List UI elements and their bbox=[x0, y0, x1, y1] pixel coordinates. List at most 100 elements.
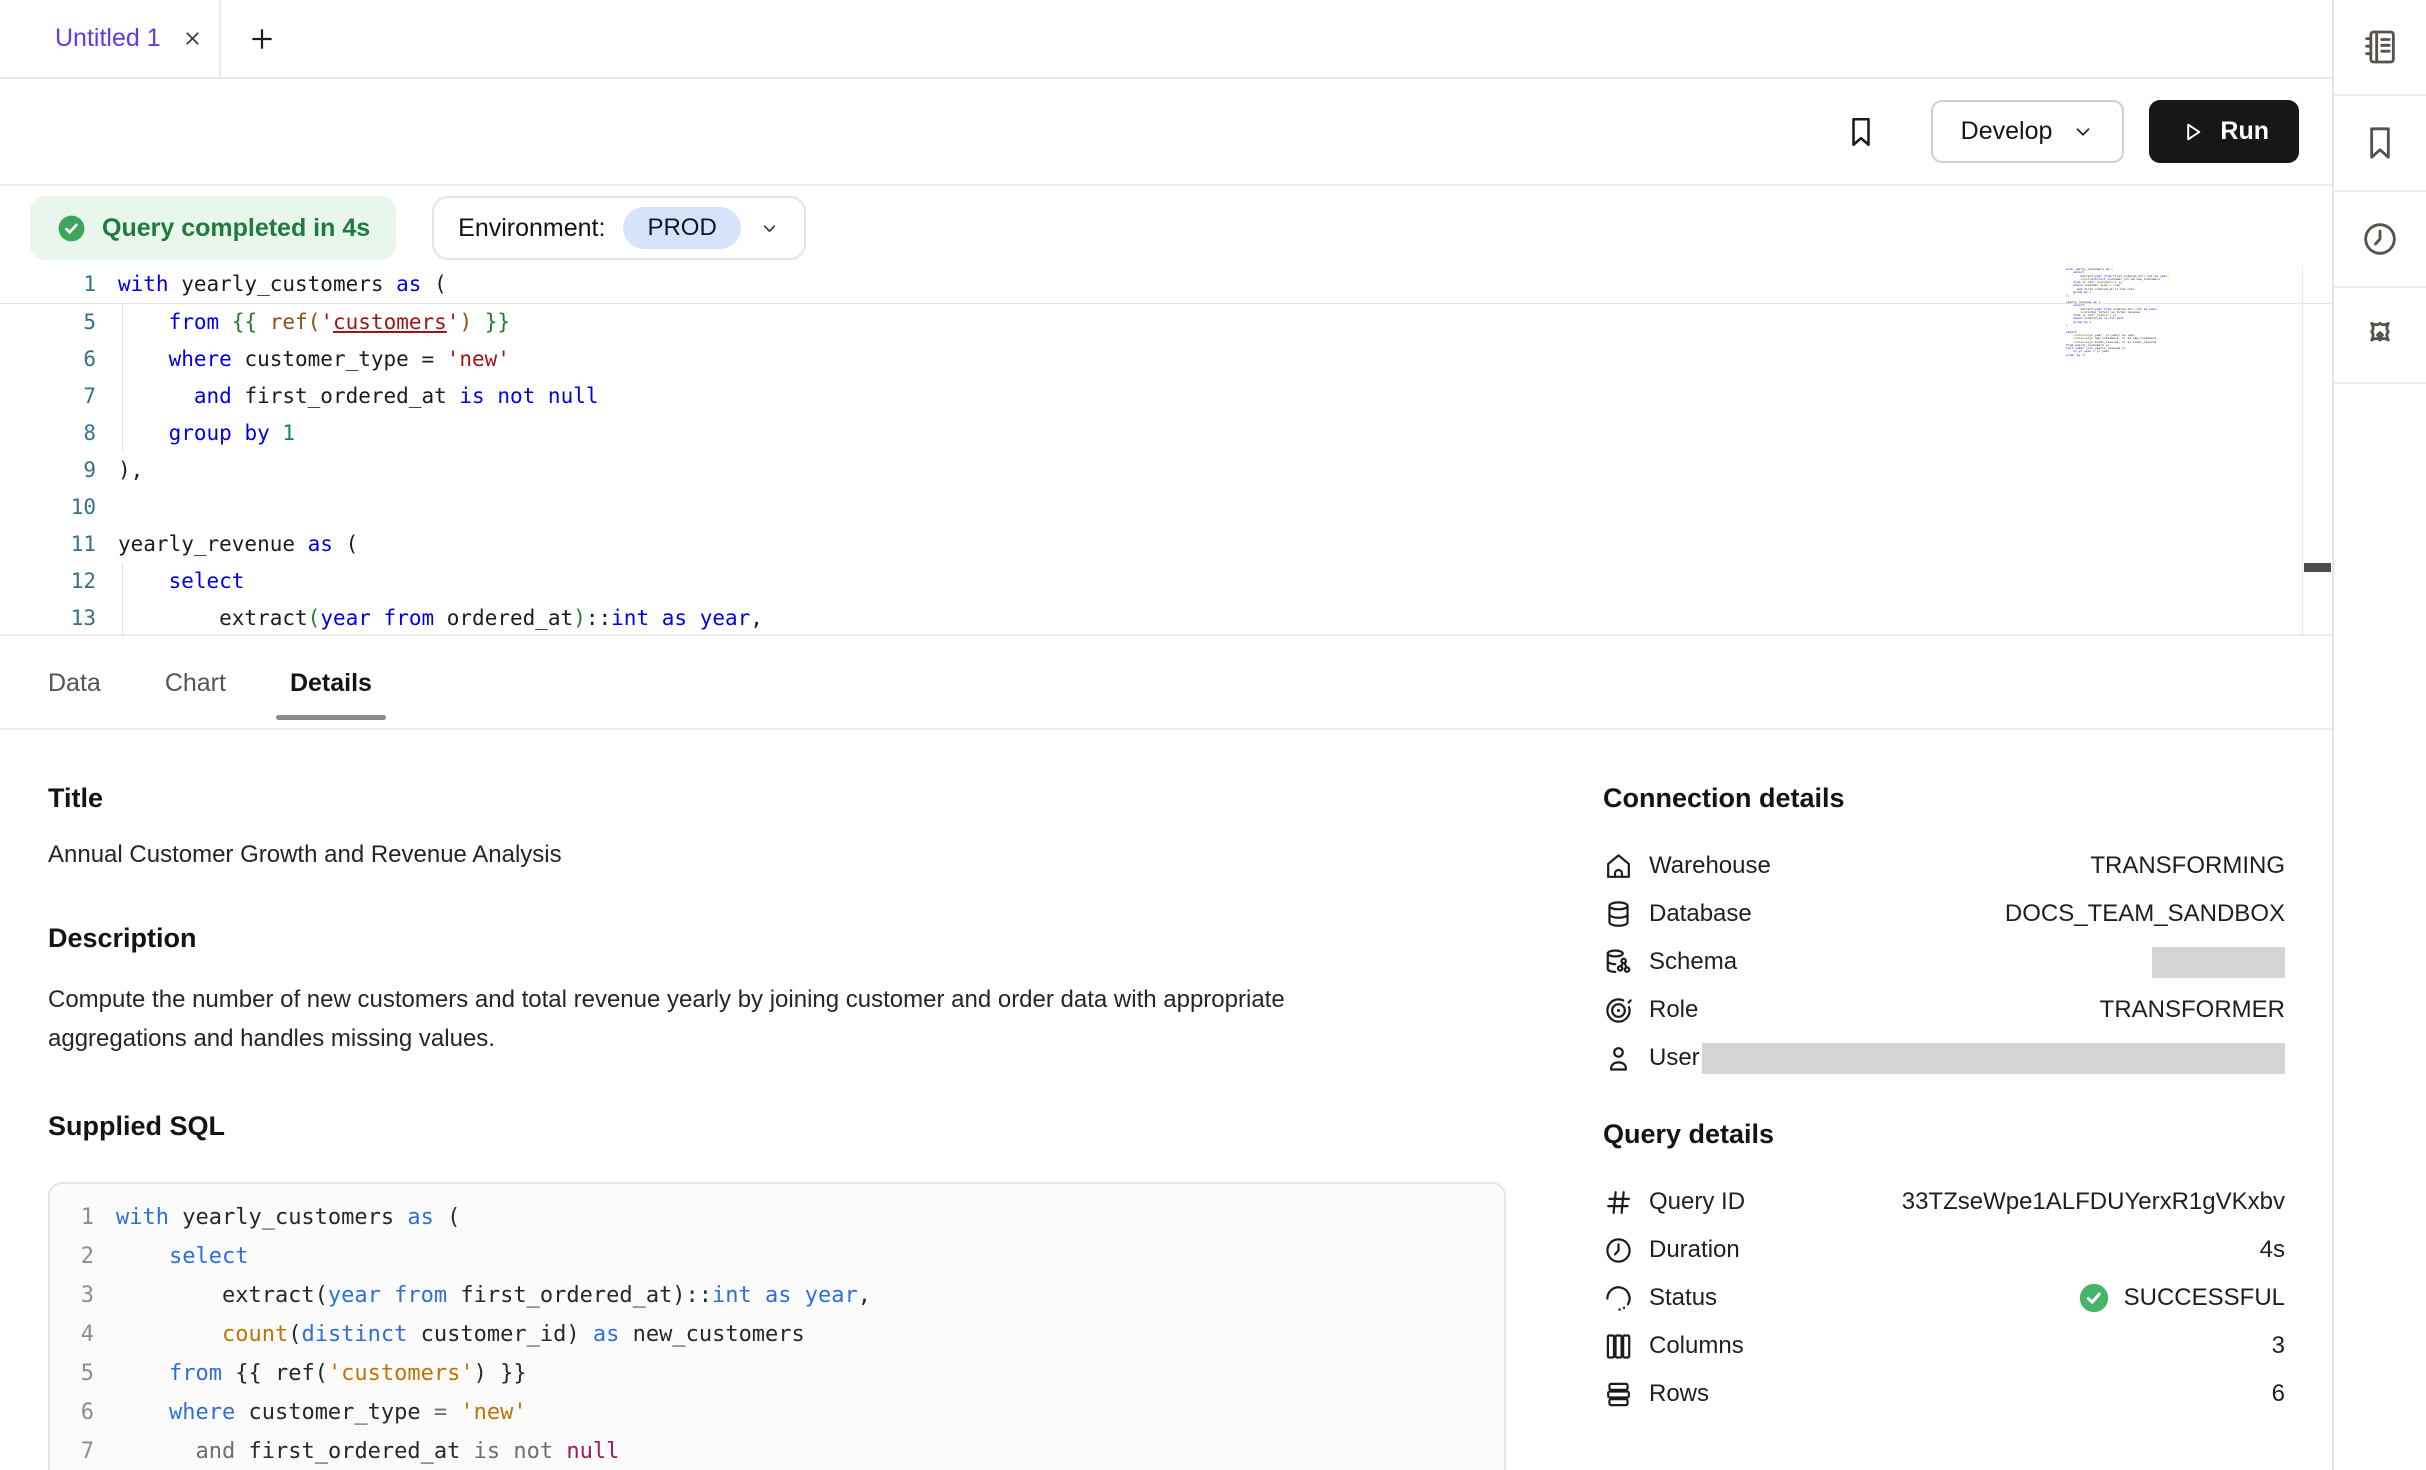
code-line: order by 1; bbox=[2066, 354, 2192, 357]
editor-tabbar: Untitled 1 bbox=[0, 0, 2332, 79]
code-line: 8 group by 1 bbox=[0, 415, 2332, 452]
spinner-icon bbox=[1603, 1283, 1634, 1314]
rail-button-bookmark[interactable] bbox=[2334, 96, 2426, 192]
detail-value: 4s bbox=[2260, 1236, 2285, 1264]
description-value: Compute the number of new customers and … bbox=[48, 980, 1393, 1058]
bookmark-icon[interactable] bbox=[1843, 114, 1879, 150]
query-details-heading: Query details bbox=[1603, 1118, 2285, 1150]
detail-value: 6 bbox=[2272, 1380, 2285, 1408]
canvas-icon bbox=[2360, 315, 2400, 355]
code-line: 6 where customer_type = 'new' bbox=[0, 341, 2332, 378]
chevron-down-icon bbox=[759, 218, 780, 239]
close-icon[interactable] bbox=[181, 27, 204, 50]
role-icon bbox=[1603, 995, 1634, 1026]
detail-label: Rows bbox=[1649, 1380, 1709, 1408]
code-line: 13 extract(year from ordered_at)::int as… bbox=[0, 600, 2332, 637]
detail-label: Duration bbox=[1649, 1236, 1740, 1264]
new-tab-button[interactable] bbox=[248, 25, 276, 53]
rail-button-clock-history[interactable] bbox=[2334, 192, 2426, 288]
redacted-value bbox=[2152, 947, 2285, 978]
detail-row-role: Role TRANSFORMER bbox=[1603, 986, 2285, 1034]
environment-value-badge: PROD bbox=[623, 207, 740, 249]
editor-sticky-line: 1with yearly_customers as ( bbox=[0, 266, 2332, 304]
detail-value: TRANSFORMING bbox=[2090, 852, 2285, 880]
tab-data[interactable]: Data bbox=[42, 638, 107, 728]
supplied-sql-heading: Supplied SQL bbox=[48, 1110, 1508, 1142]
code-line: 6 where customer_type = 'new' bbox=[50, 1393, 1504, 1432]
detail-row-columns: Columns 3 bbox=[1603, 1322, 2285, 1370]
code-line: 11yearly_revenue as ( bbox=[0, 526, 2332, 563]
editor-scrollbar[interactable] bbox=[2302, 266, 2332, 636]
connection-details-heading: Connection details bbox=[1603, 782, 2285, 814]
develop-button[interactable]: Develop bbox=[1931, 100, 2125, 163]
run-label: Run bbox=[2220, 117, 2269, 146]
detail-row-duration: Duration 4s bbox=[1603, 1226, 2285, 1274]
detail-label: Status bbox=[1649, 1284, 1717, 1312]
query-details-rows: Query ID 33TZseWpe1ALFDUYerxR1gVKxbv Durat… bbox=[1603, 1178, 2285, 1418]
editor-minimap[interactable]: with yearly_customers as ( select extrac… bbox=[2066, 268, 2192, 360]
description-heading: Description bbox=[48, 922, 1508, 954]
check-circle-icon bbox=[56, 213, 87, 244]
details-pane: Title Annual Customer Growth and Revenue… bbox=[48, 730, 1508, 1470]
environment-select[interactable]: Environment: PROD bbox=[432, 196, 806, 260]
result-tabs: Data Chart Details bbox=[0, 638, 2332, 730]
query-status-badge: Query completed in 4s bbox=[30, 196, 396, 260]
app-window: Untitled 1 Develop Run bbox=[0, 0, 2426, 1470]
database-icon bbox=[1603, 899, 1634, 930]
code-line: 5 from {{ ref('customers') }} bbox=[50, 1354, 1504, 1393]
schema-icon bbox=[1603, 947, 1634, 978]
detail-row-warehouse: WarehouseTRANSFORMING bbox=[1603, 842, 2285, 890]
code-line: 1with yearly_customers as ( bbox=[0, 266, 2332, 303]
detail-row-rows: Rows 6 bbox=[1603, 1370, 2285, 1418]
code-line: 10 bbox=[0, 489, 2332, 526]
bookmark-icon bbox=[2360, 123, 2400, 163]
detail-label: Columns bbox=[1649, 1332, 1744, 1360]
detail-row-status: Status SUCCESSFUL bbox=[1603, 1274, 2285, 1322]
develop-label: Develop bbox=[1961, 117, 2053, 146]
rail-button-notebook[interactable] bbox=[2334, 0, 2426, 96]
editor-code-lines: 5 from {{ ref('customers') }}6 where cus… bbox=[0, 304, 2332, 637]
detail-label: Database bbox=[1649, 900, 1752, 928]
rail-button-canvas[interactable] bbox=[2334, 288, 2426, 384]
detail-row-query-id: Query ID 33TZseWpe1ALFDUYerxR1gVKxbv bbox=[1603, 1178, 2285, 1226]
code-line: 4 count(distinct customer_id) as new_cus… bbox=[50, 1315, 1504, 1354]
chevron-down-icon bbox=[2072, 121, 2094, 143]
tab-chart[interactable]: Chart bbox=[159, 638, 232, 728]
main-column: Untitled 1 Develop Run bbox=[0, 0, 2332, 1470]
code-line: 9), bbox=[0, 452, 2332, 489]
code-line: 2 select bbox=[50, 1237, 1504, 1276]
tab-details[interactable]: Details bbox=[284, 638, 378, 728]
environment-label: Environment: bbox=[458, 214, 605, 243]
code-line: 1with yearly_customers as ( bbox=[50, 1198, 1504, 1237]
code-line: 12 select bbox=[0, 563, 2332, 600]
code-line: 7 and first_ordered_at is not null bbox=[50, 1432, 1504, 1470]
detail-label: Schema bbox=[1649, 948, 1737, 976]
user-icon bbox=[1603, 1043, 1634, 1074]
detail-value: TRANSFORMER bbox=[2100, 996, 2285, 1024]
detail-label: Role bbox=[1649, 996, 1698, 1024]
play-icon bbox=[2179, 119, 2205, 145]
warehouse-icon bbox=[1603, 851, 1634, 882]
tab-untitled-1[interactable]: Untitled 1 bbox=[0, 0, 221, 77]
detail-row-database: Database DOCS_TEAM_SANDBOX bbox=[1603, 890, 2285, 938]
title-value: Annual Customer Growth and Revenue Analy… bbox=[48, 840, 1508, 870]
clock-history-icon bbox=[2360, 219, 2400, 259]
detail-value: SUCCESSFUL bbox=[2077, 1281, 2285, 1315]
sql-editor[interactable]: 1with yearly_customers as ( 5 from {{ re… bbox=[0, 266, 2332, 636]
detail-label: Query ID bbox=[1649, 1188, 1745, 1216]
query-status-text: Query completed in 4s bbox=[102, 214, 370, 243]
detail-row-schema: Schema bbox=[1603, 938, 2285, 986]
supplied-sql-block: 1with yearly_customers as (2 select3 ext… bbox=[48, 1182, 1506, 1470]
run-button[interactable]: Run bbox=[2149, 100, 2299, 163]
detail-value: DOCS_TEAM_SANDBOX bbox=[2005, 900, 2285, 928]
code-line: 7 and first_ordered_at is not null bbox=[0, 378, 2332, 415]
tab-title: Untitled 1 bbox=[55, 24, 161, 53]
editor-scrollbar-thumb[interactable] bbox=[2304, 563, 2331, 572]
detail-value: 3 bbox=[2272, 1332, 2285, 1360]
notebook-icon bbox=[2360, 27, 2400, 67]
rows-icon bbox=[1603, 1379, 1634, 1410]
code-line: 3 extract(year from first_ordered_at)::i… bbox=[50, 1276, 1504, 1315]
details-sidebar: Connection details WarehouseTRANSFORMING… bbox=[1603, 730, 2285, 1418]
detail-value: 33TZseWpe1ALFDUYerxR1gVKxbv bbox=[1902, 1188, 2285, 1216]
hash-icon bbox=[1603, 1187, 1634, 1218]
